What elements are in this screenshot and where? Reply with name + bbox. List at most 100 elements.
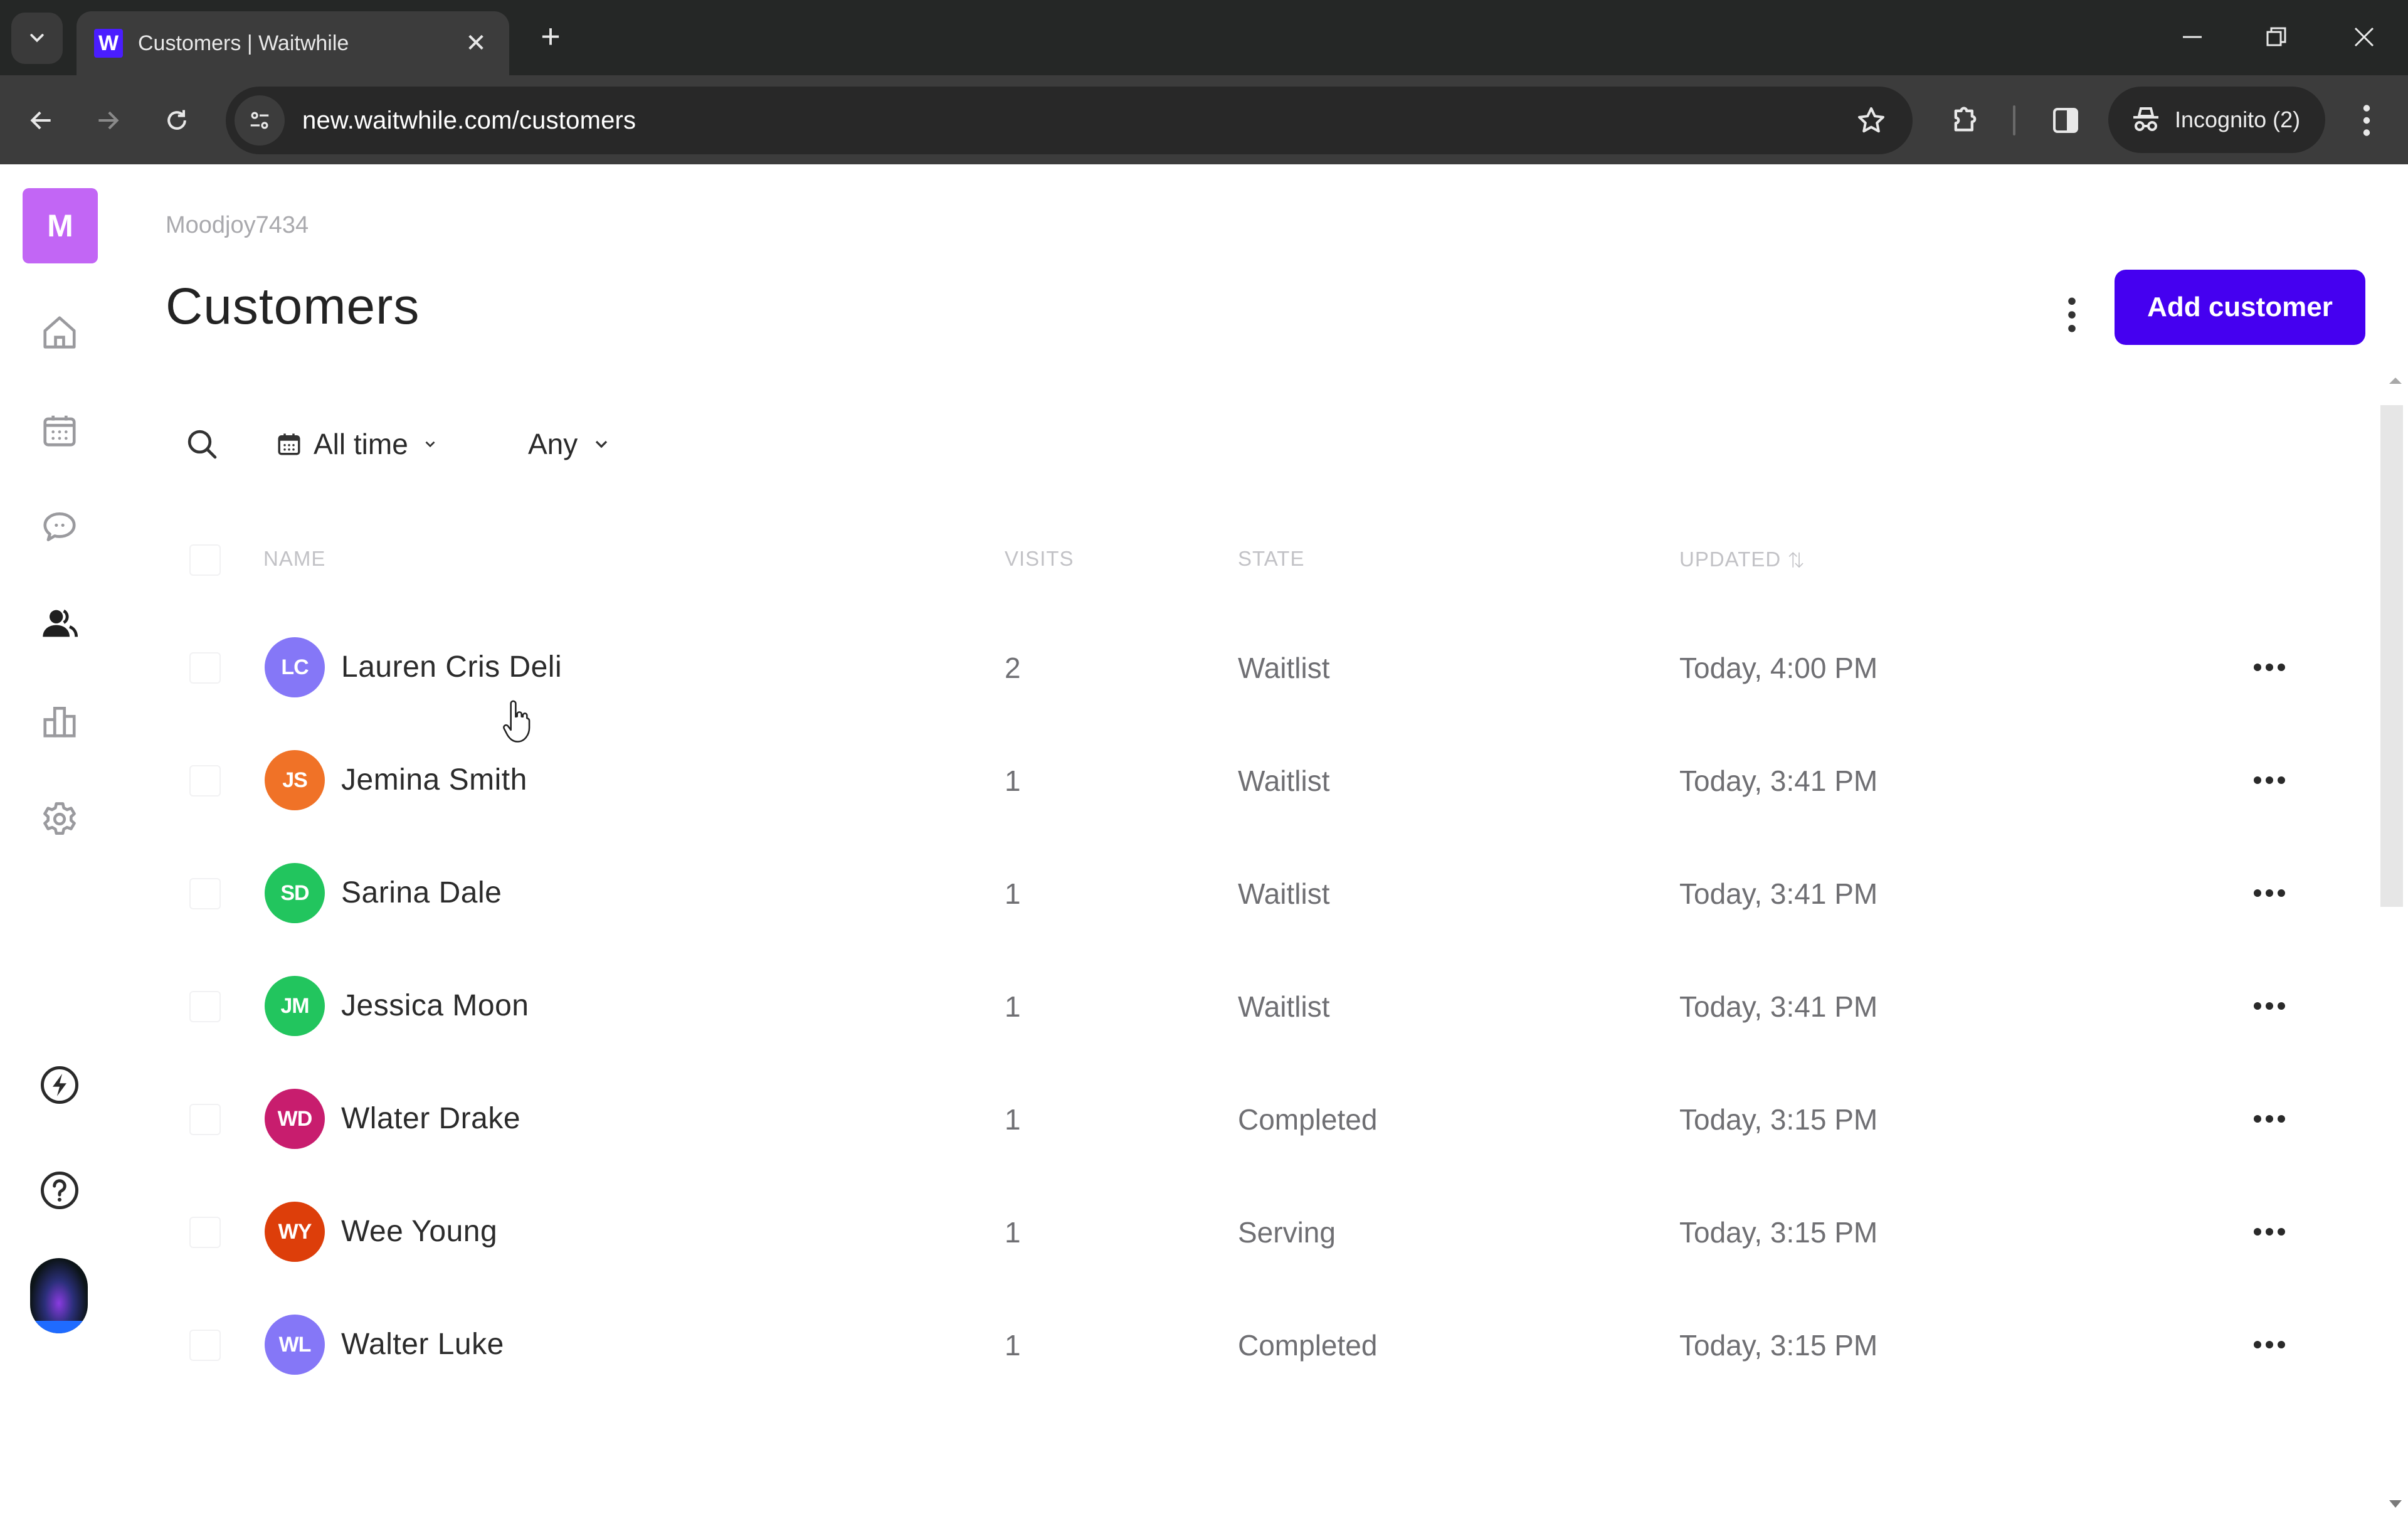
row-checkbox[interactable] — [189, 765, 221, 797]
org-switcher[interactable]: M — [23, 188, 98, 263]
column-header-updated[interactable]: UPDATED ⇅ — [1679, 547, 1805, 571]
customer-state: Waitlist — [1238, 877, 1330, 910]
extensions-button[interactable] — [1943, 98, 1988, 143]
tab-close-icon[interactable]: ✕ — [460, 29, 492, 58]
sidebar-item-help[interactable] — [28, 1159, 91, 1222]
row-checkbox[interactable] — [189, 1104, 221, 1135]
reload-icon — [167, 110, 186, 130]
sidebar-item-analytics[interactable] — [28, 690, 91, 753]
row-actions-button[interactable] — [2241, 1326, 2298, 1363]
close-window-button[interactable] — [2333, 15, 2395, 59]
address-bar[interactable]: new.waitwhile.com/customers — [226, 87, 1913, 154]
table-row[interactable]: JS Jemina Smith 1 Waitlist Today, 3:41 P… — [166, 725, 2342, 838]
browser-tab-active[interactable]: W Customers | Waitwhile ✕ — [77, 11, 509, 75]
bookmark-button[interactable] — [1846, 95, 1896, 146]
more-horizontal-icon — [2254, 1341, 2285, 1348]
url-text[interactable]: new.waitwhile.com/customers — [302, 107, 1846, 135]
row-checkbox[interactable] — [189, 1330, 221, 1361]
row-actions-button[interactable] — [2241, 1213, 2298, 1251]
customer-name[interactable]: Sarina Dale — [341, 876, 502, 910]
customer-avatar: WY — [265, 1202, 325, 1262]
site-info-button[interactable] — [235, 95, 285, 146]
user-profile-avatar[interactable] — [30, 1258, 88, 1333]
page-title: Customers — [166, 278, 420, 335]
row-checkbox[interactable] — [189, 652, 221, 684]
table-row[interactable]: WY Wee Young 1 Serving Today, 3:15 PM — [166, 1177, 2342, 1289]
more-horizontal-icon — [2254, 664, 2285, 671]
new-tab-button[interactable]: + — [532, 18, 569, 55]
row-actions-button[interactable] — [2241, 1100, 2298, 1138]
sidebar-item-settings[interactable] — [28, 788, 91, 850]
row-actions-button[interactable] — [2241, 761, 2298, 799]
customer-name[interactable]: Wlater Drake — [341, 1101, 520, 1136]
table-row[interactable]: SD Sarina Dale 1 Waitlist Today, 3:41 PM — [166, 838, 2342, 951]
table-row[interactable]: LC Lauren Cris Deli 2 Waitlist Today, 4:… — [166, 612, 2342, 725]
calendar-icon — [43, 415, 76, 447]
date-range-filter[interactable]: All time — [276, 420, 438, 468]
row-checkbox[interactable] — [189, 878, 221, 909]
page-scrollbar[interactable] — [2377, 378, 2408, 1519]
sidebar-item-whats-new[interactable] — [28, 1054, 91, 1116]
sidebar-item-customers[interactable] — [28, 592, 91, 655]
restore-button[interactable] — [2245, 15, 2308, 59]
reload-button[interactable] — [150, 94, 203, 147]
customer-state: Completed — [1238, 1103, 1378, 1136]
kebab-menu-icon — [2363, 105, 2370, 136]
scroll-down-arrow-icon[interactable] — [2389, 1500, 2402, 1508]
customer-name[interactable]: Walter Luke — [341, 1327, 504, 1362]
scroll-up-arrow-icon[interactable] — [2389, 378, 2402, 384]
state-filter[interactable]: Any — [517, 420, 611, 468]
row-actions-button[interactable] — [2241, 648, 2298, 686]
sidebar-item-messages[interactable] — [28, 495, 91, 558]
app-root: M Moodjoy7434 Customers Add customer All… — [0, 164, 2408, 1508]
sidebar-item-home[interactable] — [28, 301, 91, 364]
customer-avatar: LC — [265, 637, 325, 697]
org-name: Moodjoy7434 — [166, 212, 309, 238]
forward-button[interactable] — [82, 94, 134, 147]
scrollbar-thumb[interactable] — [2380, 405, 2403, 907]
search-button[interactable] — [182, 424, 222, 464]
state-filter-value: Any — [528, 428, 578, 460]
help-icon — [41, 1172, 78, 1209]
customer-name[interactable]: Jessica Moon — [341, 988, 529, 1023]
back-button[interactable] — [15, 94, 68, 147]
column-header-state[interactable]: STATE — [1238, 547, 1304, 571]
puzzle-icon — [1954, 107, 1977, 132]
customer-avatar: WD — [265, 1089, 325, 1149]
table-row[interactable]: JM Jessica Moon 1 Waitlist Today, 3:41 P… — [166, 951, 2342, 1064]
customer-name[interactable]: Wee Young — [341, 1214, 497, 1249]
hand-pointer-cursor-icon — [503, 700, 531, 743]
customer-name[interactable]: Jemina Smith — [341, 763, 527, 797]
gear-icon — [43, 802, 76, 835]
tab-search-button[interactable] — [11, 13, 63, 64]
customer-state: Completed — [1238, 1329, 1378, 1362]
select-all-checkbox[interactable] — [189, 544, 221, 576]
row-actions-button[interactable] — [2241, 987, 2298, 1025]
row-checkbox[interactable] — [189, 1217, 221, 1248]
customer-avatar: JS — [265, 750, 325, 810]
browser-menu-button[interactable] — [2344, 98, 2389, 143]
customer-state: Serving — [1238, 1216, 1336, 1249]
table-row[interactable]: WD Wlater Drake 1 Completed Today, 3:15 … — [166, 1064, 2342, 1177]
customers-table: NAME VISITS STATE UPDATED ⇅ LC Lauren Cr… — [166, 516, 2342, 1402]
add-customer-button[interactable]: Add customer — [2115, 270, 2365, 345]
visits-count: 1 — [1005, 990, 1021, 1023]
updated-time: Today, 3:15 PM — [1679, 1329, 1878, 1362]
column-header-visits[interactable]: VISITS — [1005, 547, 1074, 571]
more-options-button[interactable] — [2047, 283, 2097, 346]
side-panel-button[interactable] — [2043, 98, 2088, 143]
visits-count: 1 — [1005, 877, 1021, 910]
customer-name[interactable]: Lauren Cris Deli — [341, 650, 562, 684]
column-header-name[interactable]: NAME — [263, 547, 325, 571]
row-checkbox[interactable] — [189, 991, 221, 1022]
calendar-icon — [278, 433, 300, 455]
row-actions-button[interactable] — [2241, 874, 2298, 912]
visits-count: 2 — [1005, 652, 1021, 684]
incognito-indicator[interactable]: Incognito (2) — [2108, 87, 2325, 153]
table-header: NAME VISITS STATE UPDATED ⇅ — [166, 516, 2342, 612]
restore-icon — [2266, 27, 2286, 46]
minimize-button[interactable] — [2161, 15, 2224, 59]
sidebar-item-calendar[interactable] — [28, 399, 91, 462]
table-row[interactable]: WL Walter Luke 1 Completed Today, 3:15 P… — [166, 1289, 2342, 1402]
visits-count: 1 — [1005, 1216, 1021, 1249]
